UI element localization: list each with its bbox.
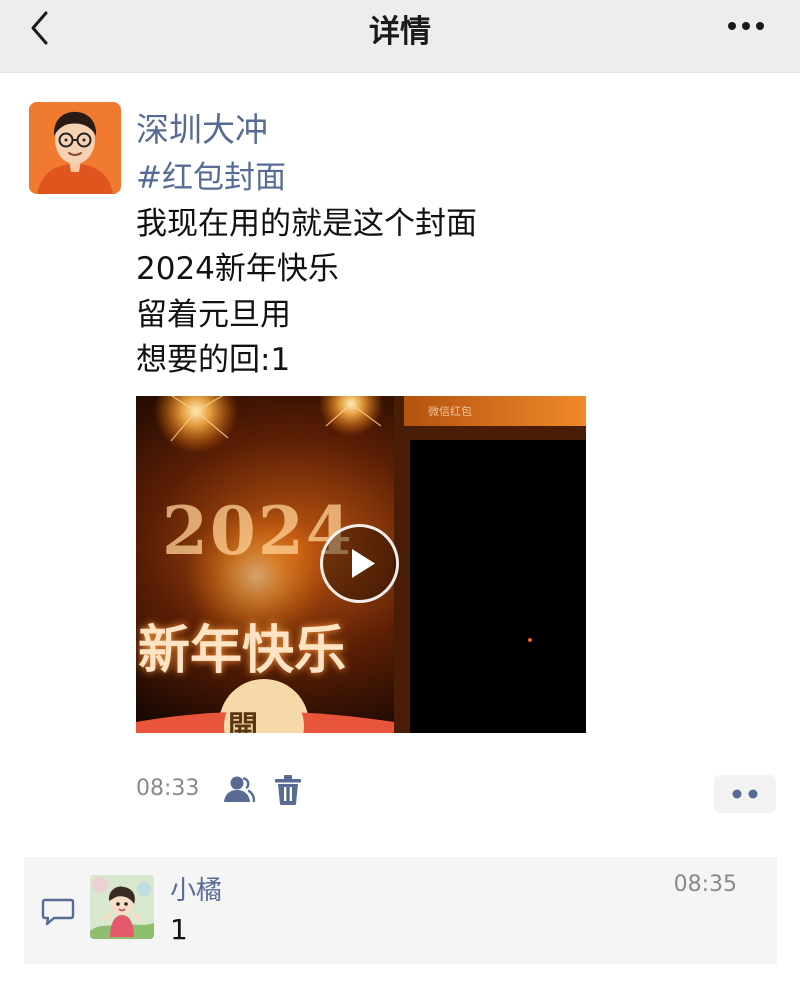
post-line: 2024新年快乐: [136, 251, 339, 287]
commenter-name[interactable]: 小橘: [170, 870, 222, 907]
post-time: 08:33: [136, 776, 200, 801]
play-icon: [352, 549, 375, 578]
comment-bubble-icon: [41, 898, 75, 926]
post-content: #红包封面 我现在用的就是这个封面 2024新年快乐 留着元旦用 想要的回:1: [136, 156, 477, 384]
page-title: 详情: [369, 14, 431, 50]
post-line: 我现在用的就是这个封面: [136, 205, 477, 242]
people-icon[interactable]: [223, 774, 255, 806]
post-author-name[interactable]: 深圳大冲: [136, 103, 268, 151]
commenter-avatar[interactable]: [90, 875, 154, 939]
video-greeting-text: 新年快乐: [138, 621, 347, 681]
trash-icon[interactable]: [274, 774, 302, 806]
comment-text: 1: [170, 913, 188, 946]
comment-time: 08:35: [673, 872, 737, 897]
author-avatar[interactable]: [29, 102, 121, 194]
video-screen-title: 微信红包: [428, 405, 472, 418]
dots-icon: [732, 789, 758, 799]
open-button-glyph: 開: [228, 710, 258, 733]
commenter-avatar-illustration: [90, 875, 154, 939]
avatar-illustration: [29, 102, 121, 194]
video-thumbnail[interactable]: 2024 新年快乐 微信红包 開: [136, 396, 586, 733]
comment-section: 小橘 08:35 1: [24, 857, 777, 964]
post-hashtag[interactable]: #红包封面: [136, 156, 477, 202]
post-actions-button[interactable]: [714, 775, 776, 813]
play-button[interactable]: [320, 524, 399, 603]
top-bar: 详情: [0, 0, 800, 73]
post-line: 想要的回:1: [136, 342, 291, 378]
more-icon[interactable]: [726, 16, 770, 36]
post-line: 留着元旦用: [136, 296, 291, 333]
